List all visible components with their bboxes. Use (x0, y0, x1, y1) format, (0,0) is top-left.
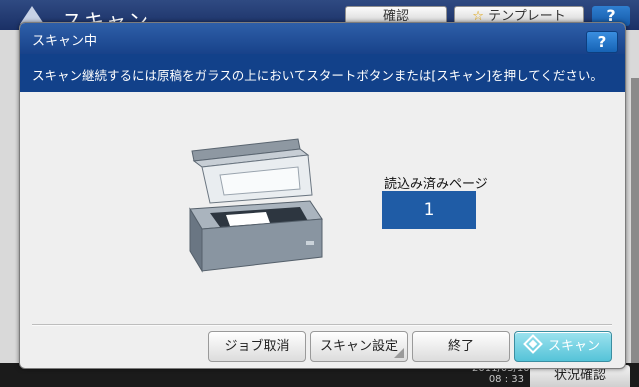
time-text: 08 : 33 (488, 374, 524, 385)
finish-button[interactable]: 終了 (412, 331, 510, 362)
pages-scanned-count: 1 (382, 191, 476, 229)
pages-scanned-label: 読込み済みページ (384, 177, 488, 192)
dialog-divider (32, 324, 612, 326)
cancel-job-button[interactable]: ジョブ取消 (208, 331, 306, 362)
cancel-job-label: ジョブ取消 (224, 339, 290, 354)
dialog-help-button[interactable]: ? (586, 31, 618, 53)
background-right-edge (631, 78, 639, 368)
scanner-illustration (189, 138, 323, 273)
dialog-instruction-message: スキャン継続するには原稿をガラスの上においてスタートボタンまたは[スキャン]を押… (32, 68, 603, 83)
dialog-title-bar: スキャン中 ? (20, 23, 625, 54)
diamond-start-icon (523, 334, 543, 354)
scan-settings-label: スキャン設定 (319, 339, 398, 354)
scan-settings-button[interactable]: スキャン設定 (310, 331, 408, 362)
dialog-title: スキャン中 (32, 34, 98, 49)
submenu-corner-icon (394, 348, 404, 358)
dialog-message-band: スキャン継続するには原稿をガラスの上においてスタートボタンまたは[スキャン]を押… (20, 54, 625, 92)
finish-label: 終了 (447, 339, 474, 354)
scan-button[interactable]: スキャン (514, 331, 612, 362)
scanning-dialog: スキャン中 ? スキャン継続するには原稿をガラスの上においてスタートボタンまたは… (19, 22, 626, 369)
scan-label: スキャン (547, 339, 600, 354)
